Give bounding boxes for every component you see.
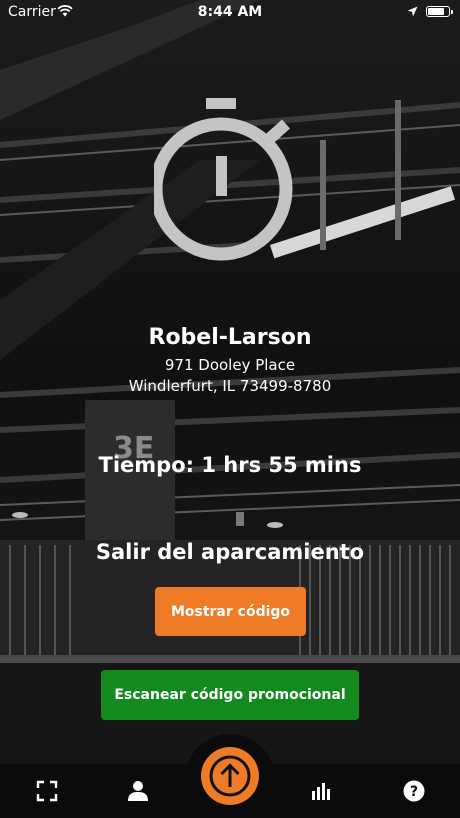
location-arrow-icon: [407, 5, 418, 21]
help-circle-icon[interactable]: ?: [402, 779, 426, 803]
scan-frame-icon[interactable]: [35, 779, 59, 803]
status-time: 8:44 AM: [197, 4, 263, 20]
status-bar: Carrier 8:44 AM: [0, 0, 460, 24]
exit-parking-heading: Salir del aparcamiento: [95, 540, 365, 564]
battery-icon: [426, 6, 453, 17]
elapsed-time: Tiempo: 1 hrs 55 mins: [98, 453, 362, 477]
address-line-1: 971 Dooley Place: [164, 356, 296, 374]
scan-promo-code-button[interactable]: Escanear código promocional: [101, 670, 359, 720]
show-code-button[interactable]: Mostrar código: [155, 587, 306, 636]
upload-circle-icon[interactable]: [201, 747, 259, 805]
address-line-2: Windlerfurt, IL 73499-8780: [128, 377, 332, 395]
location-name: Robel-Larson: [148, 325, 312, 350]
svg-text:?: ?: [410, 784, 418, 800]
user-icon[interactable]: [126, 779, 150, 803]
bar-chart-icon[interactable]: [309, 779, 333, 803]
stopwatch-icon: [149, 96, 306, 270]
